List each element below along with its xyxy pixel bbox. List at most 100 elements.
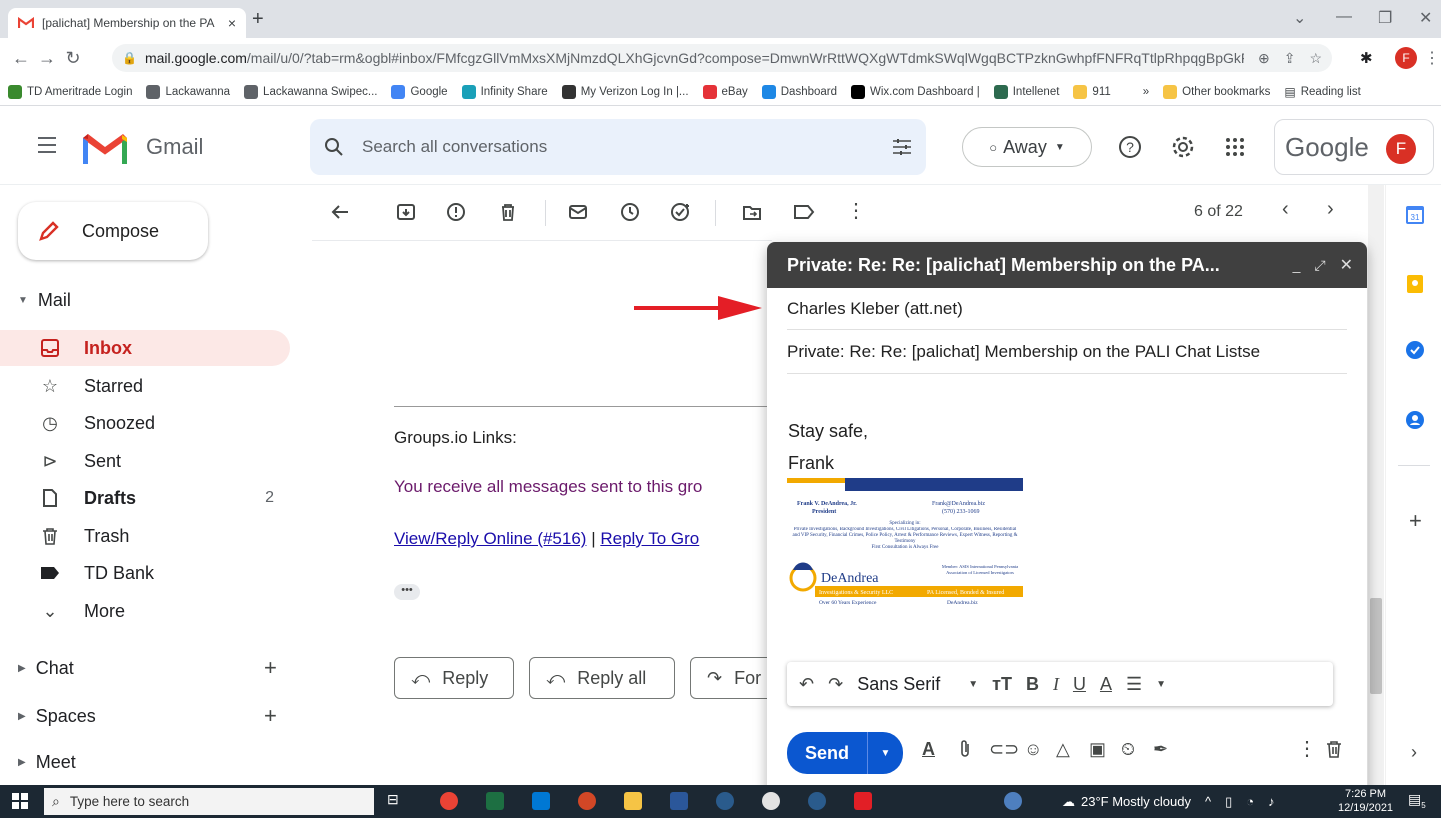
volume-icon[interactable]: ♪ [1268, 794, 1275, 809]
new-tab-button[interactable]: + [252, 8, 264, 31]
attach-file-icon[interactable] [958, 739, 972, 759]
snooze-clock-icon[interactable] [620, 202, 640, 222]
bookmark-item[interactable]: Infinity Share [461, 84, 548, 99]
account-avatar[interactable]: F [1386, 134, 1416, 164]
status-dropdown[interactable]: ○ Away ▼ [962, 127, 1092, 167]
music-app-icon[interactable] [762, 792, 780, 810]
drive-icon[interactable]: △ [1056, 739, 1070, 760]
more-formatting-icon[interactable]: ▼ [1156, 679, 1166, 690]
confidential-mode-icon[interactable]: ⏲ [1121, 739, 1135, 760]
contacts-icon[interactable] [1405, 410, 1425, 430]
bookmark-item[interactable]: My Verizon Log In |... [561, 84, 689, 99]
powerpoint-app-icon[interactable] [578, 792, 596, 810]
gmail-logo-text[interactable]: Gmail [146, 134, 203, 160]
italic-icon[interactable]: I [1053, 674, 1059, 695]
meet-section-toggle[interactable]: ▶ Meet [18, 752, 76, 773]
label-icon[interactable] [793, 202, 815, 222]
bookmarks-overflow-button[interactable]: » [1143, 86, 1149, 98]
redo-icon[interactable]: ↷ [828, 674, 843, 695]
bookmark-item[interactable]: Intellenet [993, 84, 1059, 99]
outlook-app-icon[interactable] [532, 792, 550, 810]
browser-menu-icon[interactable]: ⋮ [1424, 48, 1440, 68]
tray-chevron-up-icon[interactable]: ^ [1205, 794, 1211, 809]
close-window-button[interactable]: ✕ [1419, 8, 1432, 28]
more-options-icon[interactable]: ⋮ [1297, 736, 1317, 761]
bookmark-item[interactable]: Lackawanna [146, 84, 230, 99]
newer-chevron-icon[interactable]: ‹ [1282, 198, 1289, 221]
bookmark-item[interactable]: 911 [1073, 84, 1111, 99]
calendar-icon[interactable]: 31 [1405, 205, 1425, 225]
media-app-icon[interactable] [716, 792, 734, 810]
weather-label[interactable]: 23°F Mostly cloudy [1081, 794, 1191, 809]
reply-to-group-link[interactable]: Reply To Gro [600, 529, 699, 548]
search-icon[interactable] [324, 137, 344, 157]
scrollbar-track[interactable] [1368, 185, 1384, 785]
recipient-field[interactable]: Charles Kleber (att.net) [787, 288, 1347, 330]
sidebar-item-sent[interactable]: ⊳ Sent [0, 443, 290, 479]
text-color-icon[interactable]: A [1100, 674, 1112, 695]
chrome-app-icon[interactable] [440, 792, 458, 810]
browser-tab[interactable]: [palichat] Membership on the PA × [8, 8, 246, 38]
zoom-icon[interactable]: ⊕ [1258, 50, 1270, 67]
disc-app-icon[interactable] [808, 792, 826, 810]
chat-section-toggle[interactable]: ▶ Chat [18, 658, 74, 679]
new-chat-plus-icon[interactable]: + [264, 655, 277, 681]
new-space-plus-icon[interactable]: + [264, 703, 277, 729]
main-menu-icon[interactable] [38, 137, 58, 153]
sidebar-item-starred[interactable]: ☆ Starred [0, 368, 290, 404]
more-options-icon[interactable]: ⋮ [846, 198, 866, 223]
insert-photo-icon[interactable]: ▣ [1089, 739, 1106, 760]
help-icon[interactable]: ? [1118, 135, 1142, 159]
url-bar[interactable]: 🔒 mail.google.com/mail/u/0/?tab=rm&ogbl#… [112, 44, 1332, 72]
bold-icon[interactable]: B [1026, 674, 1039, 695]
discard-draft-icon[interactable] [1325, 739, 1343, 759]
windows-start-icon[interactable] [12, 793, 28, 809]
sidebar-item-more[interactable]: ⌄ More [0, 593, 290, 629]
scrollbar-thumb[interactable] [1370, 598, 1382, 694]
forward-icon[interactable]: → [34, 48, 60, 69]
reload-icon[interactable]: ↻ [60, 48, 86, 69]
font-size-icon[interactable]: тT [992, 674, 1012, 695]
get-addons-plus-icon[interactable]: + [1409, 508, 1422, 534]
file-explorer-icon[interactable] [624, 792, 642, 810]
schedule-send-chevron-icon[interactable]: ▼ [867, 732, 903, 774]
delete-icon[interactable] [498, 202, 518, 222]
network-icon[interactable]: ◔ [1246, 794, 1254, 809]
fullscreen-icon[interactable]: ⤢ [1314, 257, 1325, 274]
tab-search-icon[interactable]: ⌄ [1293, 8, 1306, 28]
add-to-tasks-icon[interactable] [670, 202, 692, 222]
insert-link-icon[interactable]: ⊂⊃ [989, 739, 1019, 760]
taskbar-search-input[interactable]: ⌕ Type here to search [44, 788, 374, 815]
extensions-icon[interactable]: ✱ [1360, 49, 1373, 67]
sidebar-item-trash[interactable]: Trash [0, 518, 290, 554]
restore-button[interactable]: ❐ [1378, 8, 1392, 28]
signature-pen-icon[interactable]: ✒ [1153, 739, 1168, 760]
compose-button[interactable]: Compose [18, 202, 208, 260]
task-view-icon[interactable]: ⊟ [387, 791, 405, 809]
notifications-icon[interactable]: ▤5 [1408, 791, 1426, 810]
report-spam-icon[interactable] [446, 202, 466, 222]
word-app-icon[interactable] [670, 792, 688, 810]
share-icon[interactable]: ⇪ [1284, 50, 1296, 67]
show-side-panel-icon[interactable]: › [1411, 742, 1417, 763]
search-input[interactable]: Search all conversations [310, 119, 926, 175]
acrobat-app-icon[interactable] [854, 792, 872, 810]
sidebar-item-td-bank[interactable]: TD Bank [0, 555, 290, 591]
sidebar-item-drafts[interactable]: Drafts 2 [0, 480, 290, 516]
sidebar-item-inbox[interactable]: Inbox [0, 330, 290, 366]
bookmark-item[interactable]: Lackawanna Swipec... [244, 84, 377, 99]
subject-field[interactable]: Private: Re: Re: [palichat] Membership o… [787, 330, 1347, 374]
compose-title-bar[interactable]: Private: Re: Re: [palichat] Membership o… [767, 242, 1367, 288]
underline-icon[interactable]: U [1073, 674, 1086, 695]
bookmark-item[interactable]: Dashboard [761, 84, 837, 99]
reading-list-button[interactable]: ▤ Reading list [1284, 85, 1360, 99]
apps-grid-icon[interactable] [1225, 137, 1245, 157]
tab-close-button[interactable]: × [228, 15, 236, 31]
sidebar-item-snoozed[interactable]: ◷ Snoozed [0, 405, 290, 441]
spaces-section-toggle[interactable]: ▶ Spaces [18, 706, 96, 727]
font-family-select[interactable]: Sans Serif [857, 674, 954, 695]
show-trimmed-content-button[interactable]: ••• [394, 584, 420, 600]
send-button[interactable]: Send ▼ [787, 732, 903, 774]
bookmark-item[interactable]: Google [391, 84, 448, 99]
move-to-icon[interactable] [742, 202, 762, 222]
